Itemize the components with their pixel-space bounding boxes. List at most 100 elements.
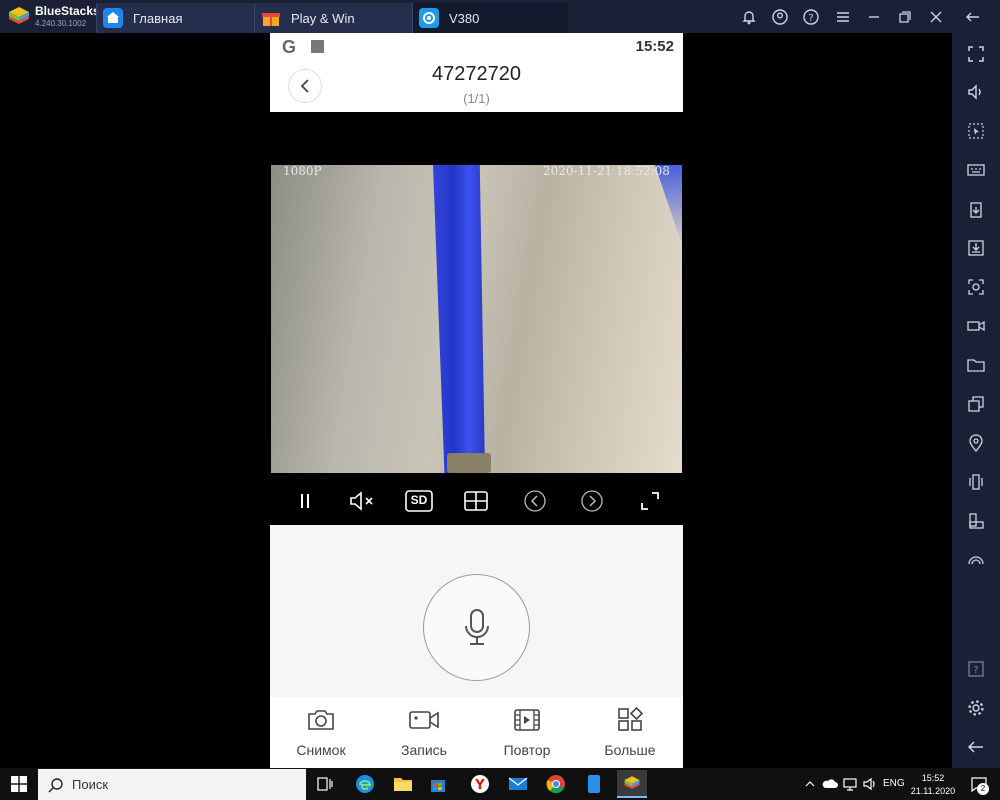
notification-center-icon[interactable]: 2 [964, 770, 994, 798]
screenshot-icon[interactable] [962, 273, 990, 301]
fullscreen-icon[interactable] [962, 40, 990, 68]
restore-icon[interactable] [894, 6, 916, 28]
video-timestamp-osd: 2020-11-21 18:52:08 [543, 164, 670, 178]
playback-action[interactable]: Повтор [477, 704, 577, 764]
playback-icon [511, 704, 543, 736]
bell-icon[interactable] [738, 6, 760, 28]
video-record-icon [408, 704, 440, 736]
previous-icon [524, 490, 546, 512]
bluestacks-version: 4.240.30.1002 [35, 19, 87, 28]
file-explorer-icon[interactable] [388, 770, 418, 798]
multi-instance-icon[interactable] [962, 390, 990, 418]
snapshot-label: Снимок [296, 742, 346, 758]
video-fullscreen-button[interactable] [635, 486, 665, 516]
snapshot-action[interactable]: Снимок [271, 704, 371, 764]
language-indicator[interactable]: ENG [883, 778, 905, 789]
tray-chevron-up-icon[interactable] [800, 770, 820, 798]
google-status-icon: G [282, 37, 297, 57]
yandex-browser-icon[interactable]: Y [465, 770, 495, 798]
previous-button[interactable] [520, 486, 550, 516]
tab-play-win[interactable]: Play & Win [254, 3, 412, 33]
mute-button[interactable] [348, 486, 378, 516]
sd-quality-label: SD [410, 493, 428, 507]
app-status-icon [311, 40, 324, 53]
network-icon[interactable] [840, 770, 860, 798]
settings-icon[interactable] [962, 694, 990, 722]
device-page-indicator: (1/1) [463, 91, 490, 106]
bluestacks-logo-icon [6, 4, 32, 28]
playback-label: Повтор [503, 742, 551, 758]
onedrive-icon[interactable] [820, 770, 840, 798]
svg-text:?: ? [808, 13, 813, 24]
clock-time: 15:52 [921, 773, 945, 783]
bluestacks-taskbar-icon[interactable] [617, 770, 647, 798]
collapse-sidebar-icon[interactable] [962, 6, 984, 28]
start-button[interactable] [0, 768, 38, 800]
close-icon[interactable] [925, 6, 947, 28]
shake-icon[interactable] [962, 468, 990, 496]
mute-icon [350, 491, 373, 511]
account-icon[interactable] [769, 6, 791, 28]
tab-v380[interactable]: V380 [412, 3, 568, 33]
video-tape-clip [447, 453, 491, 473]
record-label: Запись [401, 742, 447, 758]
install-apk-icon[interactable] [962, 196, 990, 224]
taskbar-search[interactable]: Поиск [38, 769, 306, 800]
search-placeholder: Поиск [72, 777, 109, 792]
menu-icon[interactable] [832, 6, 854, 28]
pause-icon [301, 494, 309, 508]
location-icon[interactable] [962, 429, 990, 457]
clock-date: 21.11.2020 [910, 786, 956, 796]
folder-icon[interactable] [962, 351, 990, 379]
tab-play-win-label: Play & Win [291, 10, 355, 26]
back-button[interactable] [288, 69, 322, 103]
pause-button[interactable] [290, 486, 320, 516]
talk-button[interactable] [423, 574, 530, 681]
next-button[interactable] [577, 486, 607, 516]
store-icon[interactable] [423, 770, 453, 798]
v380-app-icon [419, 8, 439, 28]
chevron-left-icon [300, 79, 309, 93]
microphone-icon [464, 608, 489, 645]
task-view-icon[interactable] [310, 770, 340, 798]
device-title: 47272720 [432, 63, 521, 85]
svg-text:?: ? [973, 665, 978, 676]
windows-logo-icon [11, 776, 27, 792]
video-fullscreen-icon [641, 492, 659, 510]
status-time: 15:52 [635, 38, 674, 55]
sidebar-help-icon[interactable]: ? [962, 655, 990, 683]
back-icon[interactable] [962, 733, 990, 761]
notification-count: 2 [977, 783, 989, 795]
keyboard-icon[interactable] [962, 156, 990, 184]
next-icon [581, 490, 603, 512]
svg-text:Y: Y [474, 778, 485, 793]
split-screen-icon [464, 491, 488, 511]
rotate-icon[interactable] [962, 507, 990, 535]
gift-icon [261, 8, 281, 28]
record-action[interactable]: Запись [374, 704, 474, 764]
tab-home-label: Главная [133, 10, 183, 26]
macro-icon[interactable] [962, 546, 990, 574]
volume-icon[interactable] [962, 78, 990, 106]
speaker-icon[interactable] [860, 770, 880, 798]
tab-v380-label: V380 [449, 10, 480, 26]
pointer-icon[interactable] [962, 117, 990, 145]
sd-quality-button[interactable]: SD [404, 486, 434, 516]
search-icon [48, 777, 63, 792]
more-action[interactable]: Больше [580, 704, 680, 764]
split-screen-button[interactable] [461, 486, 491, 516]
camera-icon [305, 704, 337, 736]
minimize-icon[interactable] [863, 6, 885, 28]
help-icon[interactable]: ? [800, 6, 822, 28]
clock[interactable]: 15:52 21.11.2020 [910, 772, 956, 798]
tab-home[interactable]: Главная [96, 3, 254, 33]
video-resolution-osd: 1080P [283, 164, 322, 178]
chrome-icon[interactable] [541, 770, 571, 798]
record-icon[interactable] [962, 312, 990, 340]
bluestacks-name: BlueStacks [35, 4, 100, 18]
more-label: Больше [604, 742, 656, 758]
phone-app-icon[interactable] [579, 770, 609, 798]
media-manager-icon[interactable] [962, 234, 990, 262]
edge-icon[interactable] [350, 770, 380, 798]
mail-icon[interactable] [503, 770, 533, 798]
